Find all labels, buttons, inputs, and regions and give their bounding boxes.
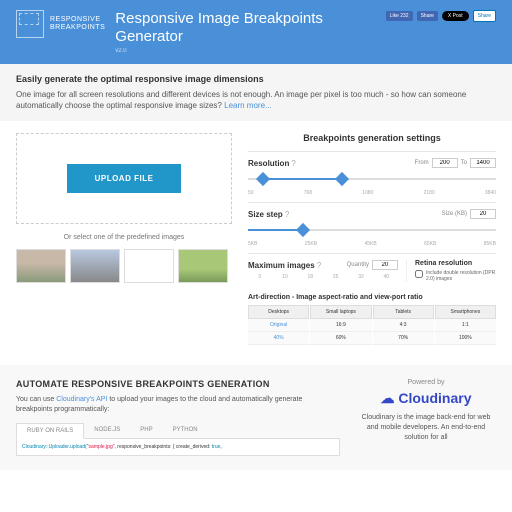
sizestep-label: Size step <box>248 210 283 219</box>
retina-title: Retina resolution <box>415 260 496 267</box>
code-tabs: RUBY ON RAILS NODE.JS PHP PYTHON <box>16 423 340 439</box>
art-direction-table: Desktops Original 40% Small laptops 16:9… <box>248 305 496 345</box>
maximages-label: Maximum images <box>248 261 315 270</box>
cloudinary-desc: Cloudinary is the image back-end for web… <box>356 413 496 442</box>
cloudinary-logo[interactable]: ☁ Cloudinary <box>356 390 496 407</box>
intro-text: One image for all screen resolutions and… <box>16 89 496 111</box>
maximages-input[interactable] <box>372 260 398 270</box>
main-content: UPLOAD FILE Or select one of the predefi… <box>0 121 512 357</box>
logo-icon <box>16 10 44 38</box>
predefined-image-3[interactable] <box>124 249 174 283</box>
resolution-label: Resolution <box>248 159 289 168</box>
tab-python[interactable]: PYTHON <box>163 423 208 438</box>
api-link[interactable]: Cloudinary's API <box>56 396 107 403</box>
automate-title: AUTOMATE RESPONSIVE BREAKPOINTS GENERATI… <box>16 379 340 389</box>
x-post-button[interactable]: X Post <box>442 11 469 21</box>
upload-button[interactable]: UPLOAD FILE <box>67 164 182 193</box>
page-title: Responsive Image Breakpoints Generator <box>115 10 375 46</box>
cloudinary-panel: Powered by ☁ Cloudinary Cloudinary is th… <box>356 379 496 456</box>
help-icon[interactable]: ? <box>317 261 321 270</box>
sizestep-ticks: 5KB25KB45KB65KB85KB <box>248 241 496 247</box>
art-col-head[interactable]: Small laptops <box>310 305 371 319</box>
maximages-ticks: 31018253240 <box>248 274 398 280</box>
art-direction-title: Art-direction - Image aspect-ratio and v… <box>248 294 496 301</box>
predefined-image-4[interactable] <box>178 249 228 283</box>
version: v2.0 <box>115 48 375 54</box>
predefined-image-2[interactable] <box>70 249 120 283</box>
sizestep-setting: Size step? Size (KB) 5KB25KB45KB65KB85KB <box>248 202 496 253</box>
logo[interactable]: RESPONSIVE BREAKPOINTS <box>16 10 105 38</box>
maximages-setting: Maximum images? Quantity 31018253240 Ret… <box>248 253 496 288</box>
help-icon[interactable]: ? <box>285 210 289 219</box>
settings-panel: Breakpoints generation settings Resoluti… <box>248 133 496 345</box>
learn-more-link[interactable]: Learn more... <box>224 101 272 110</box>
resolution-from-input[interactable] <box>432 158 458 168</box>
automate-section: AUTOMATE RESPONSIVE BREAKPOINTS GENERATI… <box>0 365 512 470</box>
predefined-label: Or select one of the predefined images <box>16 234 232 241</box>
linkedin-share-button[interactable]: Share <box>473 10 496 22</box>
resolution-to-input[interactable] <box>470 158 496 168</box>
powered-by-label: Powered by <box>356 379 496 386</box>
intro-section: Easily generate the optimal responsive i… <box>0 64 512 121</box>
retina-label: Include double resolution (DPR 2.0) imag… <box>426 270 496 282</box>
upload-panel: UPLOAD FILE Or select one of the predefi… <box>16 133 232 345</box>
header: RESPONSIVE BREAKPOINTS Responsive Image … <box>0 0 512 64</box>
tab-ruby[interactable]: RUBY ON RAILS <box>16 423 84 439</box>
sizestep-slider[interactable] <box>248 223 496 237</box>
automate-text: You can use Cloudinary's API to upload y… <box>16 395 340 415</box>
sizestep-input[interactable] <box>470 209 496 219</box>
art-col-head[interactable]: Tablets <box>373 305 434 319</box>
help-icon[interactable]: ? <box>291 159 295 168</box>
predefined-image-1[interactable] <box>16 249 66 283</box>
resolution-ticks: 50768108021803840 <box>248 190 496 196</box>
logo-text: RESPONSIVE BREAKPOINTS <box>50 16 105 31</box>
settings-title: Breakpoints generation settings <box>248 133 496 143</box>
tab-php[interactable]: PHP <box>130 423 162 438</box>
upload-dropzone[interactable]: UPLOAD FILE <box>16 133 232 224</box>
resolution-slider[interactable] <box>248 172 496 186</box>
code-block: Cloudinary::Uploader.upload("sample.jpg"… <box>16 439 340 456</box>
resolution-setting: Resolution? From To 50768108021803840 <box>248 151 496 202</box>
tab-nodejs[interactable]: NODE.JS <box>84 423 130 438</box>
art-col-head[interactable]: Desktops <box>248 305 309 319</box>
social-buttons: Like 232 Share X Post Share <box>386 10 496 22</box>
intro-title: Easily generate the optimal responsive i… <box>16 74 496 84</box>
predefined-thumbs <box>16 249 232 283</box>
title-block: Responsive Image Breakpoints Generator v… <box>115 10 375 54</box>
art-col-head[interactable]: Smartphones <box>435 305 496 319</box>
retina-checkbox[interactable] <box>415 270 423 278</box>
fb-share-button[interactable]: Share <box>417 11 438 21</box>
fb-like-button[interactable]: Like 232 <box>386 11 413 21</box>
